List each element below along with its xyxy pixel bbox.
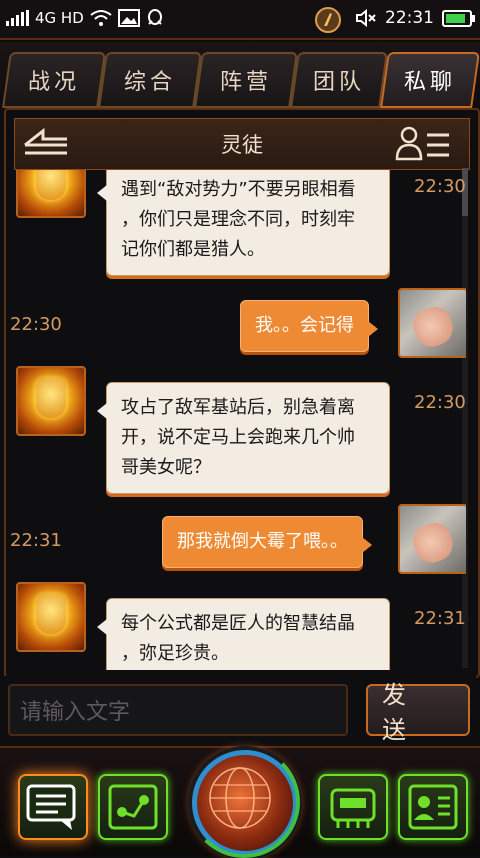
input-bar: 请输入文字 发 送 xyxy=(4,676,476,746)
my-avatar[interactable] xyxy=(398,288,466,358)
avatar-face xyxy=(36,170,66,200)
message-bubble-incoming: 攻占了敌军基站后，别急着离 开，说不定马上会跑来几个帅 哥美女呢？ xyxy=(97,382,390,494)
message-bubble-incoming: 每个公式都是匠人的智慧结晶 ，弥足珍贵。 xyxy=(97,598,390,670)
wifi-icon xyxy=(90,10,112,26)
robot-button[interactable] xyxy=(318,774,388,840)
profile-button[interactable] xyxy=(398,774,468,840)
contact-avatar[interactable] xyxy=(16,582,86,652)
tab-label: 综合 xyxy=(123,70,176,95)
tab-label: 战况 xyxy=(27,70,80,95)
globe-icon xyxy=(209,767,271,829)
message-time: 22:30 xyxy=(10,314,62,335)
message-line: 开，说不定马上会跑来几个帅 xyxy=(121,427,355,448)
status-right: 22:31 xyxy=(355,8,475,28)
message-bubble-outgoing: 那我就倒大霉了喂。。 xyxy=(162,516,372,568)
tab-label: 阵营 xyxy=(219,70,272,95)
battery-level xyxy=(446,13,465,23)
network-label: 4G HD xyxy=(35,9,84,27)
signal-icon xyxy=(6,10,29,26)
tab-general[interactable]: 综合 xyxy=(98,52,202,108)
contact-avatar[interactable] xyxy=(16,170,86,218)
message-list[interactable]: 遇到“敌对势力”不要另眼相看 ，你们只是理念不同，时刻牢 记你们都是猎人。 22… xyxy=(6,170,466,670)
app-badge-icon[interactable] xyxy=(314,6,342,34)
avatar-face xyxy=(36,594,66,634)
battery-icon xyxy=(442,9,475,27)
message-line: 我。。会记得 xyxy=(255,315,354,336)
message-time: 22:30 xyxy=(414,392,466,413)
message-line: 哥美女呢？ xyxy=(121,457,211,478)
tab-label: 私聊 xyxy=(403,70,456,95)
tab-label: 团队 xyxy=(312,70,365,95)
avatar-face xyxy=(36,378,66,418)
avatar-hand xyxy=(408,302,458,352)
globe-button[interactable] xyxy=(188,746,300,858)
message-line: 每个公式都是匠人的智慧结晶 xyxy=(121,613,355,634)
qq-icon xyxy=(147,9,162,25)
message-line: ，你们只是理念不同，时刻牢 xyxy=(121,209,355,230)
message-line: 那我就倒大霉了喂。。 xyxy=(177,531,348,552)
avatar-hand xyxy=(408,518,458,568)
chat-title: 灵徒 xyxy=(221,133,263,157)
contacts-list-icon[interactable] xyxy=(395,125,451,163)
tab-team[interactable]: 团队 xyxy=(290,52,388,108)
status-time: 22:31 xyxy=(385,8,434,28)
robot-icon xyxy=(330,788,376,828)
tab-faction[interactable]: 阵营 xyxy=(194,52,298,108)
route-icon xyxy=(108,784,158,830)
back-icon[interactable] xyxy=(19,127,71,161)
message-time: 22:30 xyxy=(414,176,466,197)
image-icon xyxy=(117,9,140,27)
tab-bar: 战况 综合 阵营 团队 私聊 xyxy=(0,42,480,114)
status-left: 4G HD xyxy=(6,8,164,28)
send-button[interactable]: 发 送 xyxy=(366,681,470,744)
my-avatar[interactable] xyxy=(398,504,466,574)
chat-header: 灵徒 xyxy=(14,118,470,170)
message-line: ，弥足珍贵。 xyxy=(121,643,229,664)
message-time: 22:31 xyxy=(10,530,62,551)
tab-private-chat[interactable]: 私聊 xyxy=(380,52,480,108)
message-line: 记你们都是猎人。 xyxy=(121,239,265,260)
message-line: 遇到“敌对势力”不要另眼相看 xyxy=(121,179,356,200)
contact-avatar[interactable] xyxy=(16,366,86,436)
message-time: 22:31 xyxy=(414,608,466,629)
tab-battle[interactable]: 战况 xyxy=(2,52,106,108)
chat-icon xyxy=(26,784,76,830)
chat-button[interactable] xyxy=(18,774,88,840)
message-line: 攻占了敌军基站后，别急着离 xyxy=(121,397,355,418)
profile-card-icon xyxy=(408,784,458,830)
message-bubble-incoming: 遇到“敌对势力”不要另眼相看 ，你们只是理念不同，时刻牢 记你们都是猎人。 xyxy=(97,170,390,276)
bottom-dock xyxy=(0,746,480,858)
route-button[interactable] xyxy=(98,774,168,840)
status-bar: 4G HD 22:31 xyxy=(0,0,480,40)
mute-icon xyxy=(356,9,376,27)
message-bubble-outgoing: 我。。会记得 xyxy=(240,300,378,352)
message-input[interactable]: 请输入文字 xyxy=(8,684,348,736)
